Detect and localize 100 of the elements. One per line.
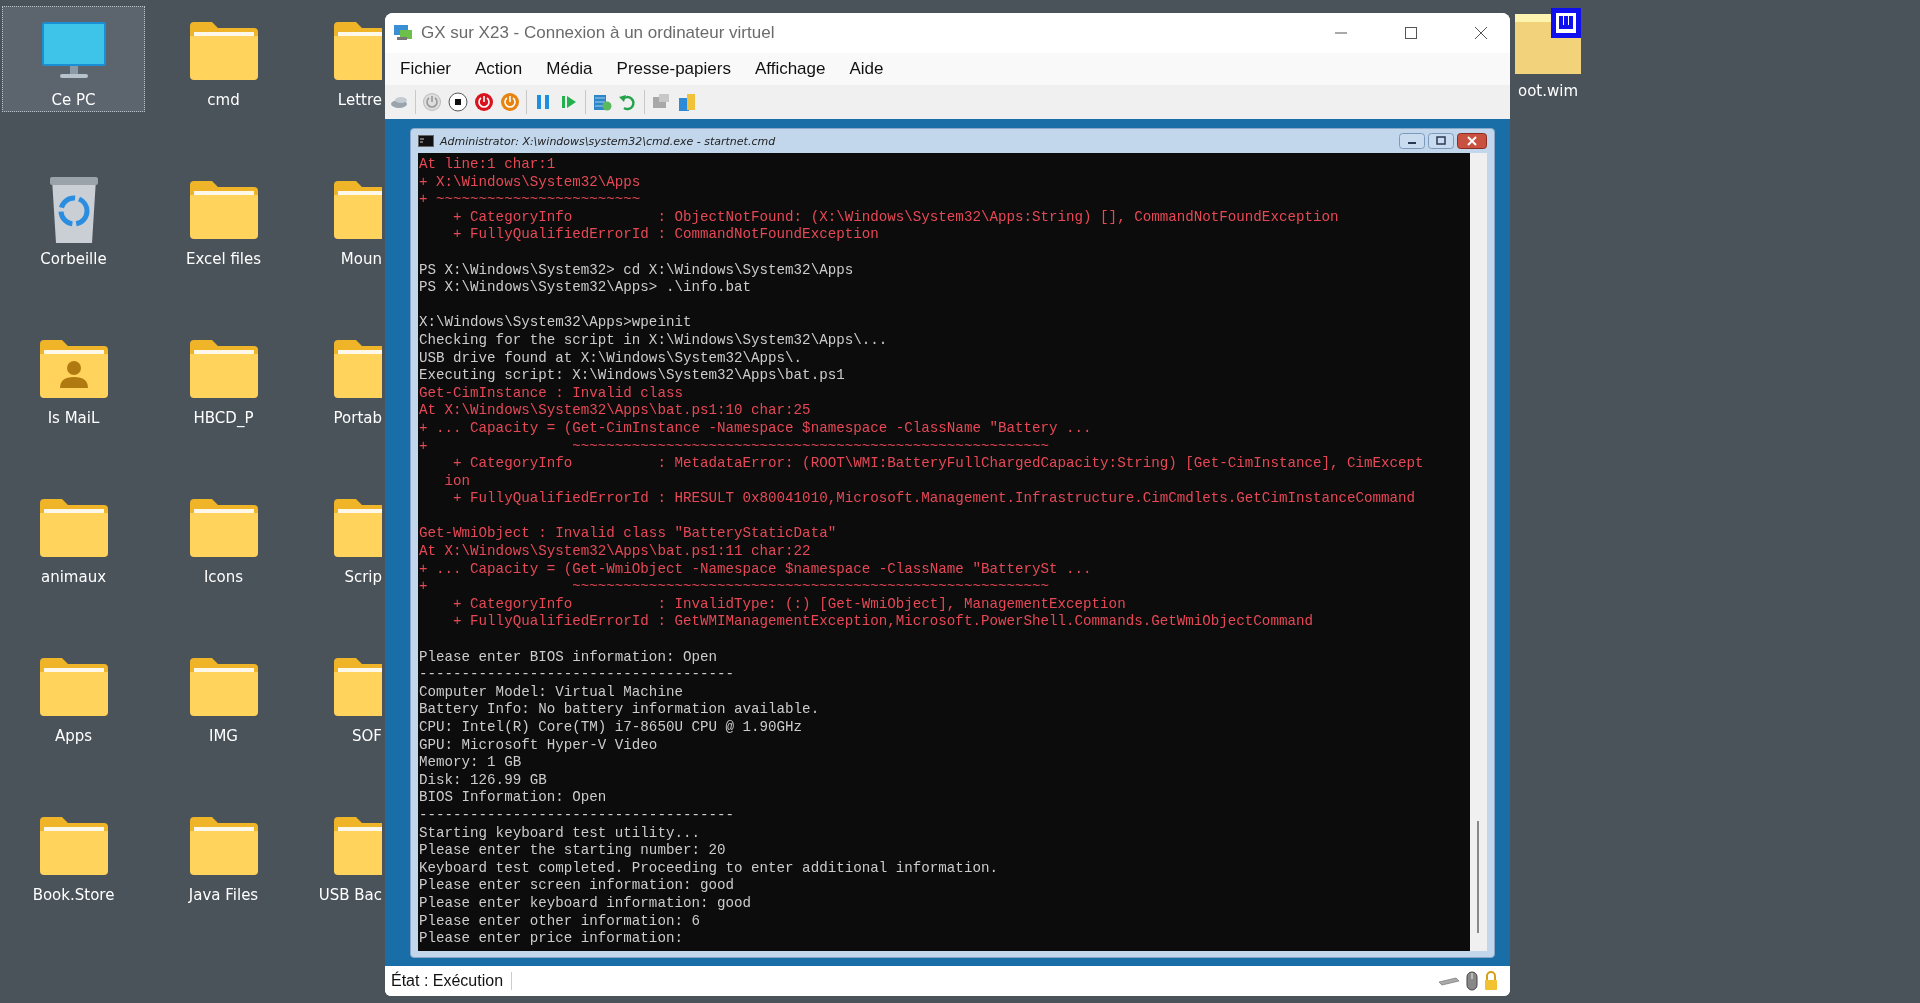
console-line: + ~~~~~~~~~~~~~~~~~~~~~~~~~~~~~~~~~~~~~~~~~~~~~~~~~~~~~~~~ [419, 437, 1051, 456]
menu-item[interactable]: Action [463, 55, 535, 83]
console-line: + ... Capacity = (Get-CimInstance -Namespace $namespace -ClassName "Battery ... [419, 419, 1093, 438]
desktop-icon[interactable]: Is MaiL [2, 324, 145, 430]
menu-item[interactable]: Aide [837, 55, 896, 83]
console-line: + ~~~~~~~~~~~~~~~~~~~~~~~~~~~~~~~~~~~~~~~~~~~~~~~~~~~~~~~~ [419, 578, 1051, 596]
console-line: X:\Windows\System32\Apps>wpeinit [419, 314, 693, 332]
close-icon[interactable] [1457, 133, 1487, 149]
restore-icon[interactable] [1428, 133, 1454, 149]
menu-item[interactable]: Média [534, 55, 605, 83]
console-line: + X:\Windows\System32\Apps [419, 173, 642, 192]
console-line: At X:\Windows\System32\Apps\bat.ps1:11 char:22 [419, 543, 812, 561]
folder-icon [332, 338, 382, 400]
console-line: GPU: Microsoft Hyper-V Video [419, 736, 659, 755]
console-line: Keyboard test completed. Proceeding to enter additional information. [419, 859, 999, 878]
console-line: Battery Info: No battery information available. [419, 701, 821, 719]
scrollbar[interactable] [1470, 153, 1487, 951]
console-line: PS X:\Windows\System32\Apps> .\info.bat [419, 279, 753, 297]
console-line: Please enter the starting number: 20 [419, 842, 727, 860]
revert-icon[interactable] [618, 92, 638, 112]
power-icon[interactable] [422, 92, 442, 112]
minimize-icon[interactable] [1399, 133, 1425, 149]
scroll-thumb[interactable] [1477, 821, 1479, 933]
console-line: Memory: 1 GB [419, 754, 523, 772]
icon-label: Book.Store [32, 886, 115, 904]
stop-icon[interactable] [448, 92, 468, 112]
folder-icon [332, 815, 382, 877]
console-line: PS X:\Windows\System32> cd X:\Windows\System32\Apps [419, 261, 855, 280]
icon-label: USB Bac [318, 886, 382, 904]
folder-icon [187, 497, 260, 559]
console-line: + CategoryInfo : ObjectNotFound: (X:\Windows\System32\Apps:String) [], CommandNotFoundException [452, 208, 1340, 227]
desktop-icon[interactable]: Excel files [152, 165, 295, 271]
folder-icon [187, 338, 260, 400]
console-line: + ... Capacity = (Get-WmiObject -Namespace $namespace -ClassName "BatterySt ... [419, 560, 1093, 579]
icon-label: SOF [352, 727, 382, 745]
console-line: ------------------------------------- [419, 666, 735, 684]
power-icon[interactable] [500, 92, 520, 112]
window-title: GX sur X23 - Connexion à un ordinateur virtuel [421, 23, 775, 43]
console-line: Please enter price information: [419, 930, 684, 948]
console-line: BIOS Information: Open [419, 789, 608, 807]
console-line: Disk: 126.99 GB [419, 771, 548, 790]
folder-icon [37, 815, 110, 877]
menu-item[interactable]: Affichage [742, 55, 838, 83]
desktop-icon[interactable]: animaux [2, 483, 145, 589]
icon-label: Scrip [344, 568, 382, 586]
desktop-icon[interactable]: IMG [152, 642, 295, 748]
icon-label: Java Files [188, 886, 259, 904]
folder-icon [187, 179, 260, 241]
desktop-icon[interactable]: HBCD_P [152, 324, 295, 430]
icon-label: animaux [40, 568, 107, 586]
desktop-icon[interactable]: Book.Store [2, 801, 145, 907]
folder-icon [37, 497, 110, 559]
desktop-icon[interactable]: Java Files [152, 801, 295, 907]
icon-label: Moun [340, 250, 382, 268]
desktop-icon[interactable]: Ce PC [2, 6, 145, 112]
icon-label: Icons [203, 568, 244, 586]
checkpoint-icon[interactable] [592, 92, 612, 112]
icon-label: cmd [207, 91, 240, 109]
folder-icon [332, 497, 382, 559]
icon-label: Apps [54, 727, 93, 745]
icon-label: HBCD_P [193, 409, 254, 427]
desktop-icon[interactable]: oot.wim [1512, 6, 1584, 100]
menu-item[interactable]: Fichier [388, 55, 463, 83]
console-line: + ~~~~~~~~~~~~~~~~~~~~~~~~ [419, 191, 642, 209]
console-line: + FullyQualifiedErrorId : HRESULT 0x80041010,Microsoft.Management.Infrastructure.CimCmdlets.GetCimInstanceCommand [452, 490, 1417, 508]
console-line: + FullyQualifiedErrorId : CommandNotFoundException [452, 226, 880, 244]
desktop-icon[interactable]: cmd [152, 6, 295, 112]
icon-label: Portab [333, 409, 382, 427]
console-line: At X:\Windows\System32\Apps\bat.ps1:10 char:25 [419, 402, 812, 420]
lock-icon [1484, 971, 1498, 991]
console-line: Please enter other information: 6 [419, 912, 701, 931]
console-line: Please enter screen information: good [419, 877, 735, 895]
console-line: At line:1 char:1 [419, 156, 557, 174]
icon-label: Excel files [185, 250, 262, 268]
console-line: + FullyQualifiedErrorId : GetWMIManagementException,Microsoft.PowerShell.Commands.GetWmiObjectCommand [452, 613, 1314, 632]
desktop-icon[interactable]: Icons [152, 483, 295, 589]
folder-icon [332, 20, 382, 82]
folder-icon [37, 656, 110, 718]
icon-label: Corbeille [40, 250, 107, 268]
console-line: ion [443, 472, 472, 491]
console-line: + CategoryInfo : MetadataError: (ROOT\WMI:BatteryFullChargedCapacity:String) [Get-CimInstance], CimExcept [452, 455, 1425, 473]
console-line: Executing script: X:\Windows\System32\Apps\bat.ps1 [419, 367, 846, 385]
console-icon [418, 135, 434, 147]
icon-label: Lettre [337, 91, 382, 109]
console-title: Administrator: X:\windows\system32\cmd.exe - startnet.cmd [440, 134, 776, 148]
user-folder-icon [37, 338, 110, 400]
desktop-icon[interactable]: Corbeille [2, 165, 145, 271]
console-line: CPU: Intel(R) Core(TM) i7-8650U CPU @ 1.90GHz [419, 719, 804, 737]
enhanced-session-icon[interactable] [677, 92, 697, 112]
vm-monitor-icon [393, 24, 413, 42]
folder-icon [187, 20, 260, 82]
maximize-icon[interactable] [1404, 26, 1418, 40]
console-line: + CategoryInfo : InvalidType: (:) [Get-WmiObject], ManagementException [452, 595, 1127, 614]
console-line: Starting keyboard test utility... [419, 824, 701, 843]
power-icon[interactable] [474, 92, 494, 112]
desktop-icon[interactable]: Apps [2, 642, 145, 748]
menu-item[interactable]: Presse-papiers [604, 55, 743, 83]
console-line: Checking for the script in X:\Windows\System32\Apps\... [419, 331, 889, 350]
console-line: Get-CimInstance : Invalid class [419, 384, 684, 403]
close-icon[interactable] [1474, 26, 1488, 40]
